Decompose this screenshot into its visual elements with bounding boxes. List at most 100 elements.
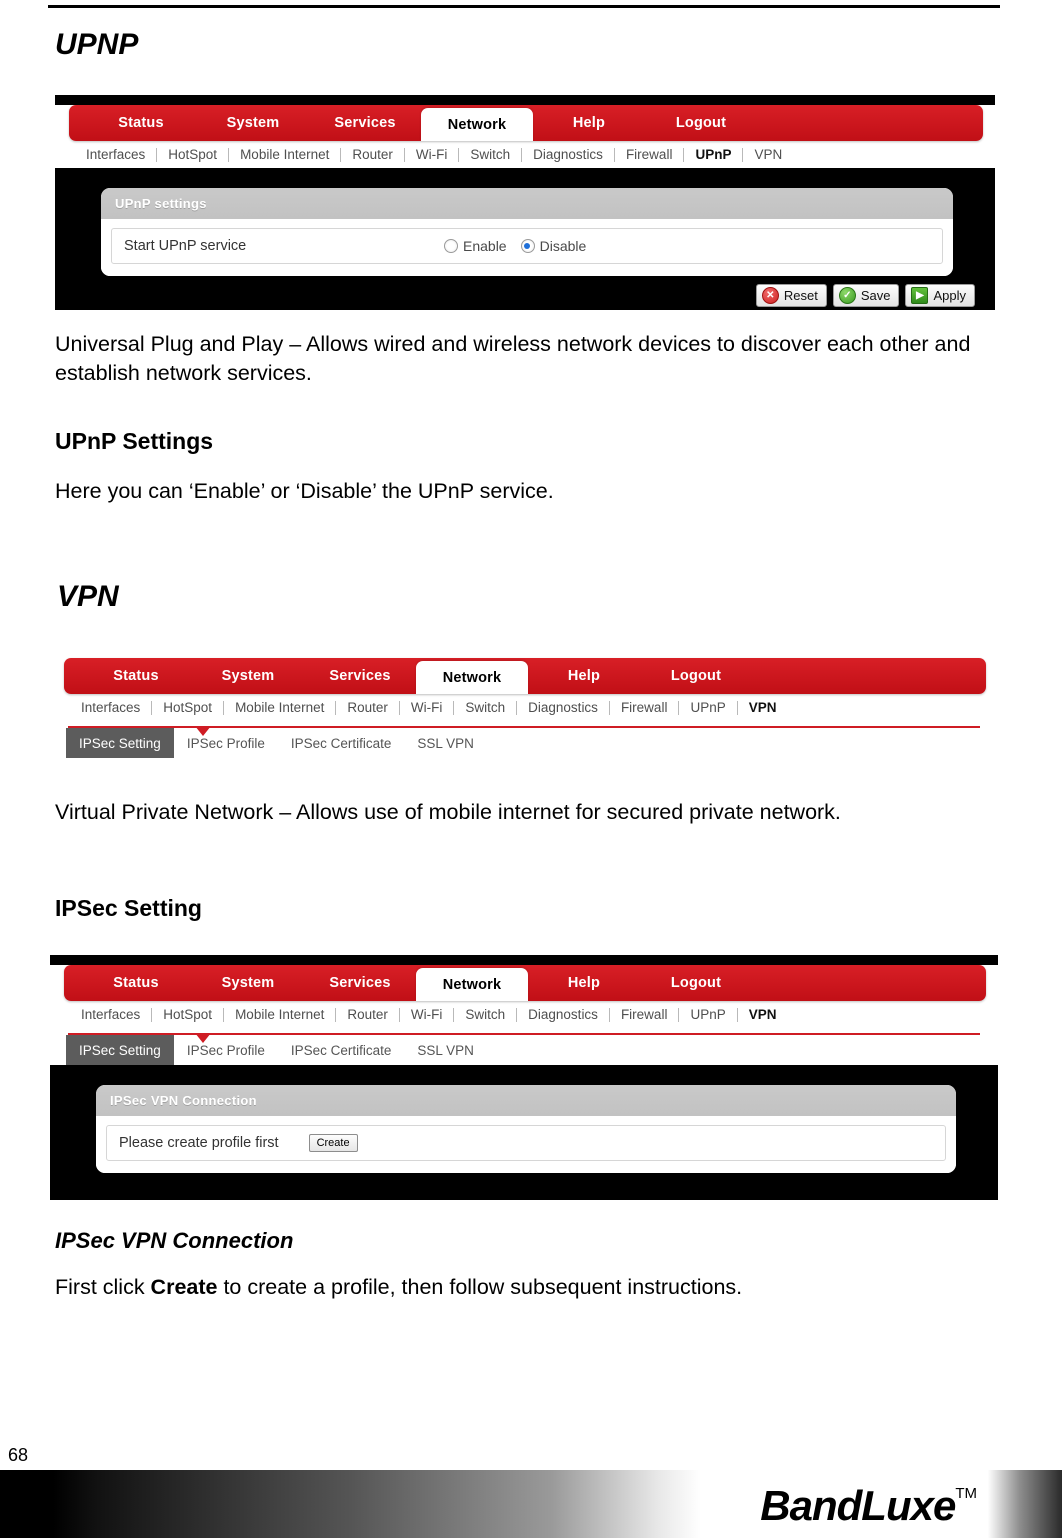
sub-nav-interfaces[interactable]: Interfaces — [75, 147, 156, 162]
sub-tab-ipsec-certificate[interactable]: IPSec Certificate — [278, 1035, 405, 1065]
start-upnp-service-row: Start UPnP service Enable Disable — [111, 228, 943, 264]
sub-nav-switch[interactable]: Switch — [459, 147, 521, 162]
create-profile-row: Please create profile first Create — [106, 1125, 946, 1161]
page-title-upnp: UPNP — [55, 28, 139, 61]
main-tab-system[interactable]: System — [197, 105, 309, 141]
create-button[interactable]: Create — [308, 1134, 358, 1152]
radio-enable-dot-icon — [444, 239, 458, 253]
upnp-panel-body: Start UPnP service Enable Disable — [101, 219, 953, 276]
main-tab-network[interactable]: Network — [416, 968, 528, 1001]
main-tab-logout[interactable]: Logout — [645, 105, 757, 141]
sub-nav-mobile-internet[interactable]: Mobile Internet — [229, 147, 340, 162]
sub-nav-router[interactable]: Router — [336, 1007, 399, 1022]
sub-nav-mobile-internet[interactable]: Mobile Internet — [224, 700, 335, 715]
sub-nav-wifi[interactable]: Wi-Fi — [400, 1007, 453, 1022]
sub-nav-vpn[interactable]: VPN — [743, 147, 793, 162]
reset-button-label: Reset — [783, 288, 818, 303]
page-top-rule — [48, 5, 1000, 8]
sub-nav-upnp[interactable]: UPnP — [684, 147, 742, 162]
conn-text-post: to create a profile, then follow subsequ… — [217, 1275, 743, 1299]
router-nav-ipsec: Status System Services Network Help Logo… — [50, 965, 998, 1065]
sub-nav-interfaces[interactable]: Interfaces — [70, 700, 151, 715]
active-subtab-pointer-icon — [195, 726, 211, 736]
main-tab-help[interactable]: Help — [533, 105, 645, 141]
main-tab-network[interactable]: Network — [416, 661, 528, 694]
router-nav-upnp: Status System Services Network Help Logo… — [55, 105, 995, 168]
sub-nav-diagnostics[interactable]: Diagnostics — [522, 147, 614, 162]
radio-enable[interactable]: Enable — [444, 238, 507, 254]
sub-nav-firewall[interactable]: Firewall — [610, 700, 679, 715]
sub-nav-wifi[interactable]: Wi-Fi — [400, 700, 453, 715]
sub-nav-switch[interactable]: Switch — [454, 700, 516, 715]
sub-tab-ipsec-certificate[interactable]: IPSec Certificate — [278, 728, 405, 758]
ipsec-sub-tabs: IPSec Setting IPSec Profile IPSec Certif… — [50, 1035, 998, 1065]
sub-nav-router[interactable]: Router — [341, 147, 404, 162]
sub-nav-diagnostics[interactable]: Diagnostics — [517, 700, 609, 715]
sub-nav-hotspot[interactable]: HotSpot — [152, 700, 223, 715]
main-tab-status[interactable]: Status — [80, 658, 192, 694]
ipsec-vpn-connection-text: First click Create to create a profile, … — [55, 1273, 1005, 1302]
main-tab-system[interactable]: System — [192, 965, 304, 1001]
ipsec-panel-area: IPSec VPN Connection Please create profi… — [50, 1065, 998, 1195]
main-tab-status[interactable]: Status — [85, 105, 197, 141]
sub-nav-firewall[interactable]: Firewall — [610, 1007, 679, 1022]
sub-nav-mobile-internet[interactable]: Mobile Internet — [224, 1007, 335, 1022]
sub-nav-firewall[interactable]: Firewall — [615, 147, 684, 162]
sub-nav-switch[interactable]: Switch — [454, 1007, 516, 1022]
vpn-subtab-divider — [50, 721, 998, 736]
main-tab-help[interactable]: Help — [528, 965, 640, 1001]
sub-nav-hotspot[interactable]: HotSpot — [152, 1007, 223, 1022]
main-tab-logout[interactable]: Logout — [640, 658, 752, 694]
brand-trademark: TM — [955, 1485, 977, 1502]
apply-button[interactable]: ▶ Apply — [905, 284, 975, 307]
upnp-settings-heading: UPnP Settings — [55, 428, 214, 454]
main-tab-services[interactable]: Services — [304, 658, 416, 694]
sub-nav-vpn-row: Interfaces HotSpot Mobile Internet Route… — [50, 694, 998, 721]
upnp-radio-group: Enable Disable — [444, 238, 586, 254]
sub-nav-interfaces[interactable]: Interfaces — [70, 1007, 151, 1022]
sub-tab-ssl-vpn[interactable]: SSL VPN — [404, 728, 487, 758]
main-tab-network[interactable]: Network — [421, 108, 533, 141]
ipsec-panel-header: IPSec VPN Connection — [96, 1085, 956, 1116]
screenshot-ipsec-vpn-connection: Status System Services Network Help Logo… — [50, 955, 998, 1200]
upnp-panel-area: UPnP settings Start UPnP service Enable … — [55, 168, 995, 310]
main-tab-services[interactable]: Services — [304, 965, 416, 1001]
sub-tab-ssl-vpn[interactable]: SSL VPN — [404, 1035, 487, 1065]
reset-button[interactable]: ✕ Reset — [755, 284, 827, 307]
sub-tab-ipsec-setting[interactable]: IPSec Setting — [66, 1035, 174, 1065]
sub-nav-upnp[interactable]: UPnP — [679, 1007, 736, 1022]
radio-disable[interactable]: Disable — [520, 238, 586, 254]
sub-nav-vpn[interactable]: VPN — [738, 1007, 788, 1022]
screenshot-vpn-nav: Status System Services Network Help Logo… — [50, 648, 998, 768]
ipsec-vpn-connection-heading: IPSec VPN Connection — [55, 1228, 294, 1253]
main-tab-system[interactable]: System — [192, 658, 304, 694]
screenshot-upnp-settings: Status System Services Network Help Logo… — [55, 95, 995, 310]
sub-nav-wifi[interactable]: Wi-Fi — [405, 147, 458, 162]
active-subtab-pointer-icon — [195, 1033, 211, 1043]
sub-tab-ipsec-setting[interactable]: IPSec Setting — [66, 728, 174, 758]
sub-tab-ipsec-profile[interactable]: IPSec Profile — [174, 728, 278, 758]
ipsec-panel-body: Please create profile first Create — [96, 1116, 956, 1173]
save-button[interactable]: ✓ Save — [832, 284, 900, 307]
main-tab-services[interactable]: Services — [309, 105, 421, 141]
reset-icon: ✕ — [761, 287, 779, 304]
page-number: 68 — [8, 1445, 29, 1465]
sub-nav-diagnostics[interactable]: Diagnostics — [517, 1007, 609, 1022]
sub-nav-upnp[interactable]: UPnP — [679, 700, 736, 715]
main-tab-logout[interactable]: Logout — [640, 965, 752, 1001]
upnp-panel-header: UPnP settings — [101, 188, 953, 219]
sub-tab-ipsec-profile[interactable]: IPSec Profile — [174, 1035, 278, 1065]
main-tab-bar-ipsec: Status System Services Network Help Logo… — [64, 965, 986, 1001]
save-button-label: Save — [860, 288, 891, 303]
sub-nav-router[interactable]: Router — [336, 700, 399, 715]
vpn-sub-tabs: IPSec Setting IPSec Profile IPSec Certif… — [50, 728, 998, 758]
main-tab-bar-vpn: Status System Services Network Help Logo… — [64, 658, 986, 694]
main-tab-status[interactable]: Status — [80, 965, 192, 1001]
sub-nav-vpn[interactable]: VPN — [738, 700, 788, 715]
sub-nav-ipsec-row: Interfaces HotSpot Mobile Internet Route… — [50, 1001, 998, 1028]
sub-nav-hotspot[interactable]: HotSpot — [157, 147, 228, 162]
save-icon: ✓ — [838, 287, 856, 304]
apply-icon: ▶ — [911, 287, 929, 304]
brand-logo-text: BandLuxe — [760, 1482, 956, 1529]
main-tab-help[interactable]: Help — [528, 658, 640, 694]
